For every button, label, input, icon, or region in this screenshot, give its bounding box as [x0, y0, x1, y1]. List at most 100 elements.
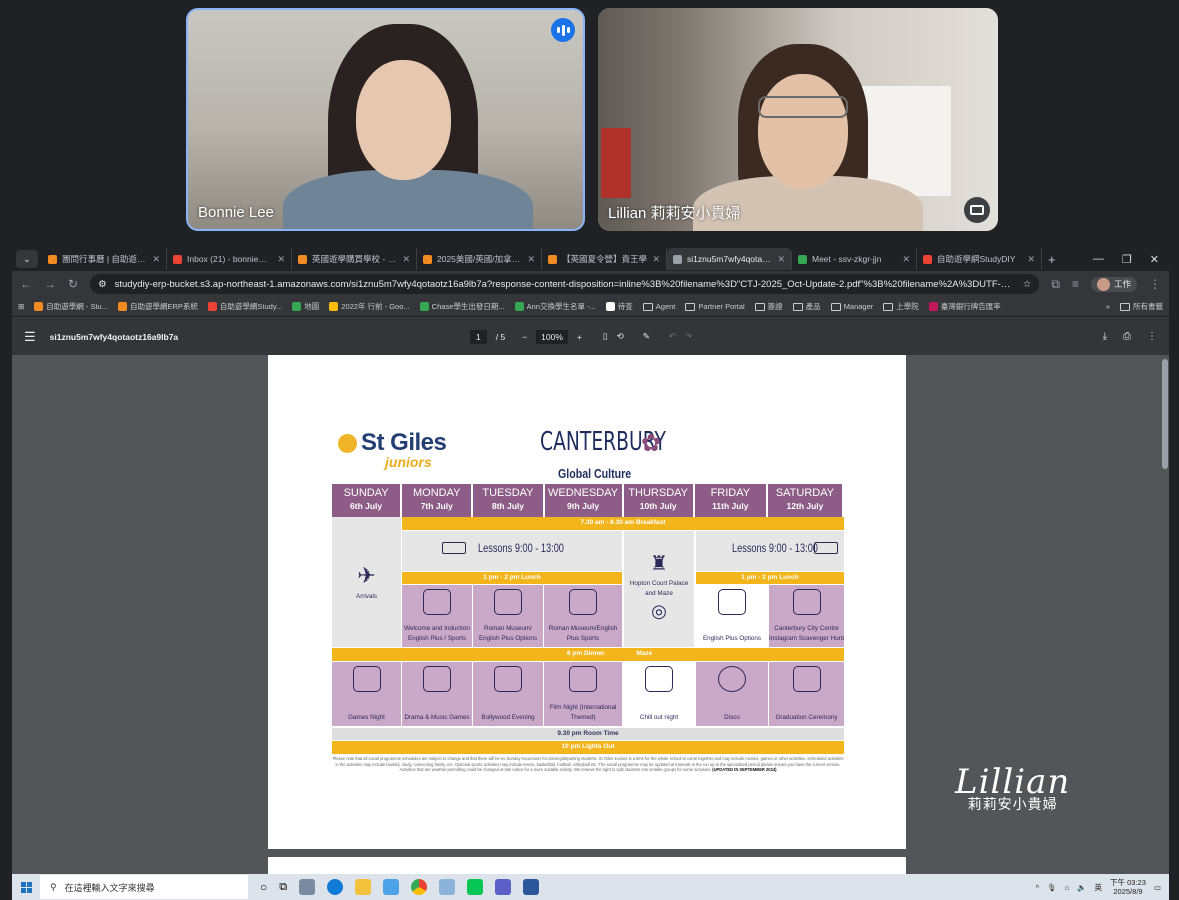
bookmark-item[interactable]: 自助遊學網 - Stu... [34, 301, 108, 312]
scrollbar[interactable] [1162, 359, 1168, 469]
edge-icon[interactable] [327, 879, 344, 895]
rotate-icon[interactable]: ⟲ [617, 331, 624, 342]
forward-icon[interactable]: → [44, 277, 56, 291]
extensions-icon[interactable]: ⧉ [1051, 277, 1060, 292]
bookmark-item[interactable]: Ann交換學生名單 -... [514, 301, 596, 312]
browser-tab[interactable]: si1znu5m7wfy4qotaotz ✕ [667, 248, 792, 270]
bookmark-star-icon[interactable]: ☆ [1023, 279, 1032, 290]
more-bookmarks-icon[interactable]: » [1106, 302, 1110, 311]
bookmark-item[interactable]: 臺灣銀行牌告匯率 [928, 301, 1001, 312]
browser-tab[interactable]: 2025美國/英國/加拿大/遊 ✕ [417, 248, 542, 270]
evening-cell: Film Night (International Themed) [544, 662, 622, 726]
all-bookmarks[interactable]: 所有書籤 [1120, 301, 1163, 312]
task-view-icon[interactable]: ⧉ [279, 881, 287, 894]
evening-cell: Games Night [332, 662, 401, 726]
address-bar[interactable]: ⚙ studydiy-erp-bucket.s3.ap-northeast-1.… [90, 274, 1040, 294]
store-icon[interactable] [383, 879, 400, 895]
bookmark-item[interactable]: 自助遊學網Study... [207, 301, 283, 312]
tab-close-icon[interactable]: ✕ [527, 254, 535, 265]
reading-list-icon[interactable]: ≡ [1072, 277, 1079, 291]
bookmark-item[interactable]: Agent [642, 301, 675, 312]
reload-icon[interactable]: ↻ [68, 277, 78, 291]
browser-tab[interactable]: 英國遊學購買學校 - Study ✕ [292, 248, 417, 270]
zoom-in-icon[interactable]: + [577, 332, 582, 342]
tab-close-icon[interactable]: ✕ [652, 254, 660, 265]
browser-tab[interactable]: 自助遊學網StudyDIY ✕ [917, 248, 1042, 270]
bookmark-label: 自助遊學網Study... [219, 302, 283, 311]
tab-close-icon[interactable]: ✕ [902, 254, 910, 265]
mask-icon [423, 666, 451, 692]
browser-menu-icon[interactable]: ⋮ [1149, 277, 1161, 291]
language-icon[interactable]: 英 [1095, 882, 1103, 893]
pdf-menu-icon[interactable]: ☰ [24, 329, 36, 345]
tab-label: 團問行事曆 | 自助遊學網 [62, 254, 148, 264]
site-info-icon[interactable]: ⚙ [98, 279, 107, 290]
bookmark-item[interactable]: Partner Portal [685, 301, 745, 312]
restore-icon[interactable]: ❐ [1122, 253, 1132, 266]
file-explorer-icon[interactable] [355, 879, 372, 895]
print-icon[interactable]: ⎙ [1123, 331, 1131, 342]
bookmark-item[interactable]: Chase學生出發日期... [419, 301, 505, 312]
volume-icon[interactable]: 🔈 [1077, 883, 1086, 892]
app-icon[interactable] [439, 879, 456, 895]
day-header: SUNDAY 6th July [332, 484, 401, 517]
bookmark-item[interactable]: 產品 [792, 301, 821, 312]
redo-icon[interactable]: ↷ [685, 331, 692, 342]
tab-search-icon[interactable]: ⌄ [16, 250, 38, 268]
cortana-icon[interactable]: ○ [260, 880, 267, 894]
tab-close-icon[interactable]: ✕ [152, 254, 160, 265]
picture-in-picture-icon[interactable] [964, 197, 990, 223]
word-icon[interactable] [523, 879, 540, 895]
bookmark-item[interactable]: Manager [830, 301, 873, 312]
browser-tab[interactable]: Meet - ssv-zkgr-jjn ✕ [792, 248, 917, 270]
map-icon [792, 589, 821, 615]
page-number-input[interactable]: 1 [470, 329, 487, 344]
new-tab-icon[interactable]: + [1048, 252, 1056, 267]
bookmark-item[interactable]: 自助遊學網ERP系統 [117, 301, 198, 312]
start-button[interactable] [12, 881, 40, 893]
network-icon[interactable]: ⌂ [1065, 883, 1070, 892]
zoom-input[interactable]: 100% [536, 329, 568, 344]
video-tile-lillian[interactable]: Lillian 莉莉安小貴婦 [598, 8, 998, 231]
bookmark-item[interactable]: 地圖 [292, 301, 319, 312]
tab-close-icon[interactable]: ✕ [277, 254, 285, 265]
bookmark-favicon-icon [329, 302, 339, 311]
fit-page-icon[interactable]: ▯ [603, 331, 608, 342]
bookmark-item[interactable]: 2022年 行前 - Goo... [329, 301, 410, 312]
tab-close-icon[interactable]: ✕ [777, 254, 785, 265]
browser-tab[interactable]: Inbox (21) - bonnie@stu ✕ [167, 248, 292, 270]
tray-overflow-icon[interactable]: ^ [1036, 883, 1040, 892]
undo-icon[interactable]: ↶ [669, 331, 676, 342]
app-icon[interactable] [299, 879, 316, 895]
day-header-row: SUNDAY 6th July MONDAY 7th July TUESDAY 8th J… [332, 484, 844, 517]
browser-tab[interactable]: 團問行事曆 | 自助遊學網 ✕ [42, 248, 167, 270]
thursday-trip-cell: ♜ Hopton Court Palace and Maze ◎ [624, 531, 694, 647]
microphone-icon[interactable]: 🎙 [1047, 883, 1057, 892]
line-icon[interactable] [467, 879, 484, 895]
tab-close-icon[interactable]: ✕ [1027, 254, 1035, 265]
bookmark-item[interactable]: 簽證 [754, 301, 783, 312]
teams-icon[interactable] [495, 879, 512, 895]
bookmark-item[interactable]: 上學院 [883, 301, 919, 312]
chrome-icon[interactable] [411, 879, 428, 895]
bookmark-item[interactable]: 待查 [605, 301, 633, 312]
video-tile-bonnie[interactable]: Bonnie Lee [186, 8, 585, 231]
day-date: 11th July [712, 500, 749, 511]
zoom-out-icon[interactable]: − [522, 332, 527, 342]
annotate-icon[interactable]: ✎ [643, 331, 650, 342]
notification-icon[interactable]: ▭ [1154, 883, 1161, 892]
back-icon[interactable]: ← [20, 277, 32, 291]
browser-tab[interactable]: 【英國夏令營】貴王學 ✕ [542, 248, 667, 270]
taskbar-search[interactable]: ⚲ 在這裡輸入文字來搜尋 [40, 875, 248, 899]
pdf-toolbar: ☰ si1znu5m7wfy4qotaotz16a9lb7a 1 / 5 − 1… [12, 318, 1169, 355]
download-icon[interactable]: ⤓ [1103, 331, 1107, 342]
tab-close-icon[interactable]: ✕ [402, 254, 410, 265]
minimize-icon[interactable]: — [1093, 253, 1104, 266]
evening-cell: Chill out night [624, 662, 694, 726]
close-window-icon[interactable]: ✕ [1150, 253, 1159, 266]
profile-button[interactable]: 工作 [1090, 276, 1137, 292]
bookmark-favicon-icon [928, 302, 938, 311]
apps-icon[interactable]: ⊞ [18, 302, 24, 311]
clock[interactable]: 下午 03:23 2025/8/9 [1110, 878, 1146, 896]
pdf-more-icon[interactable]: ⋮ [1147, 331, 1157, 342]
